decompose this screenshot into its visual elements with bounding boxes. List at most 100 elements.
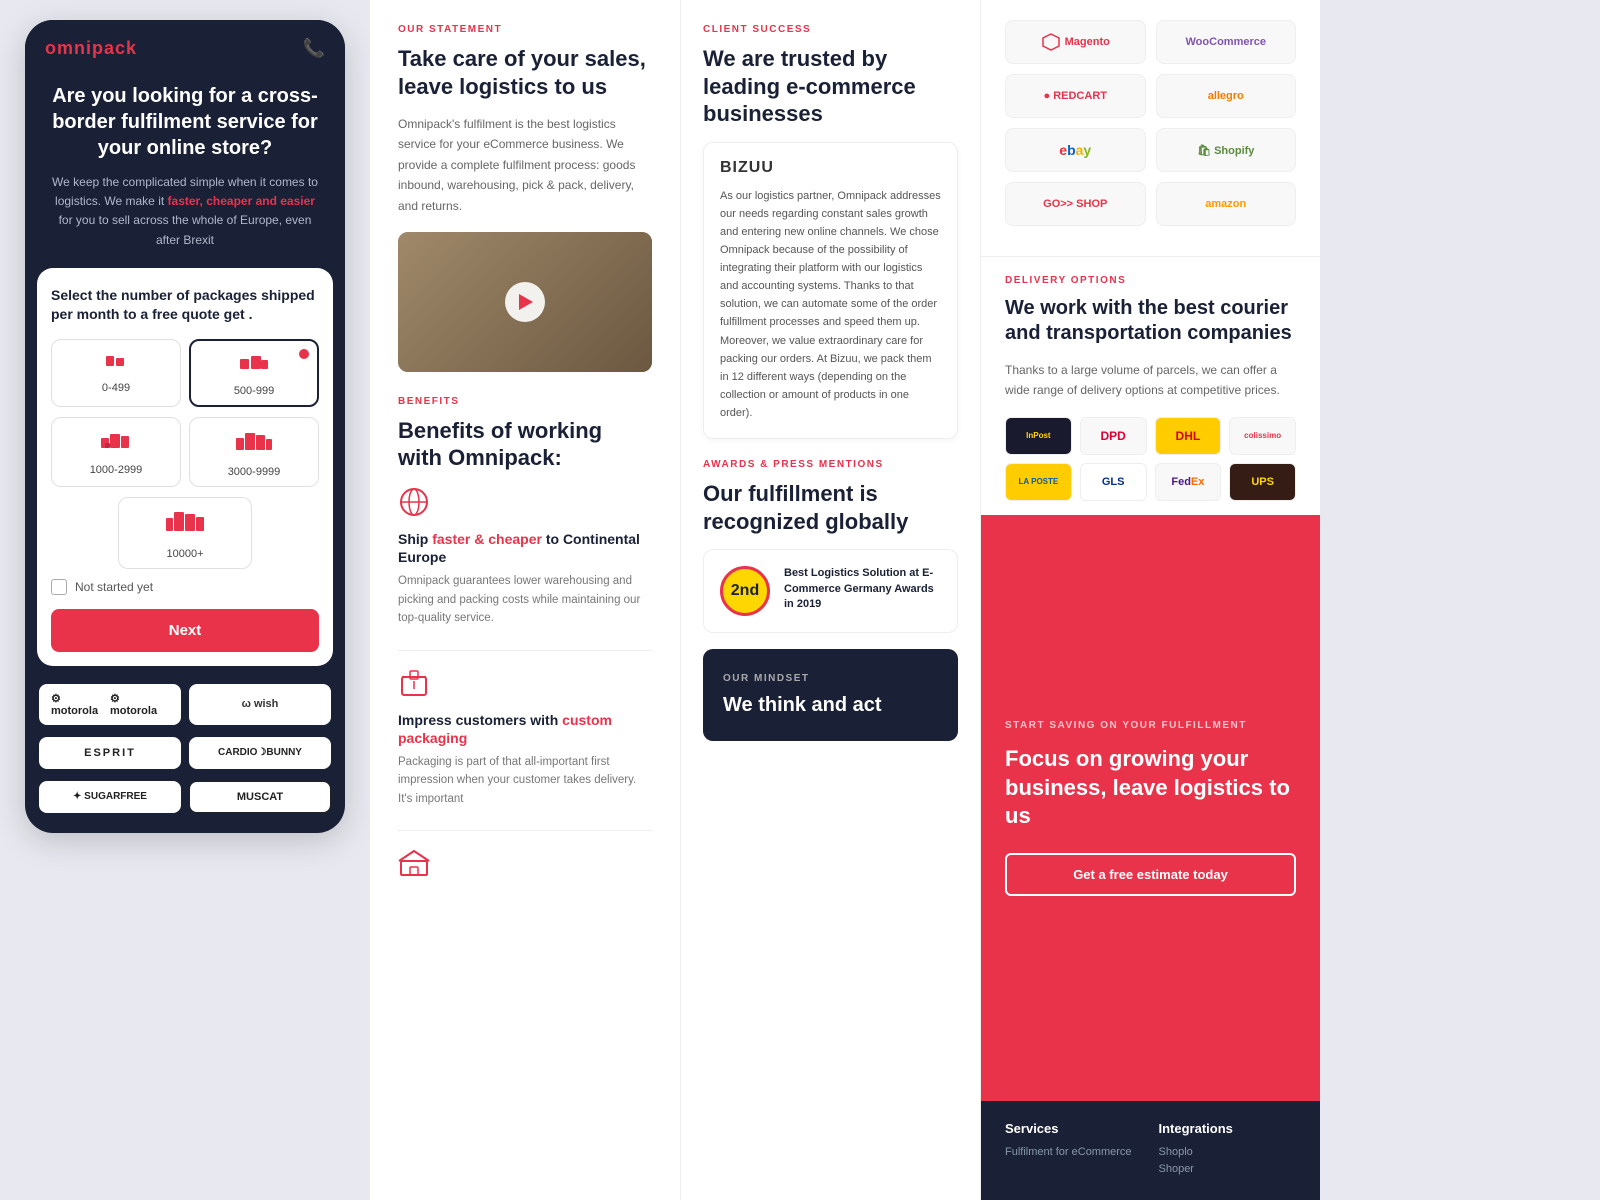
- statement-body: Omnipack's fulfilment is the best logist…: [398, 114, 652, 216]
- awards-section: AWARDS & PRESS MENTIONS Our fulfillment …: [703, 459, 958, 633]
- cta-button[interactable]: Get a free estimate today: [1005, 853, 1296, 896]
- package-option-500-999[interactable]: 500-999: [189, 339, 319, 407]
- courier-logo-ups: UPS: [1229, 463, 1296, 501]
- courier-logo-inpost: InPost: [1005, 417, 1072, 455]
- courier-logos-grid: InPost DPD DHL colissimo LA POSTE GLS Fe…: [1005, 417, 1296, 501]
- benefit-pkg-body: Packaging is part of that all-important …: [398, 753, 652, 808]
- package-label-1000-2999: 1000-2999: [90, 464, 143, 476]
- footer-col-services: Services Fulfilment for eCommerce: [1005, 1121, 1143, 1180]
- footer-nav: Services Fulfilment for eCommerce Integr…: [981, 1101, 1320, 1200]
- globe-icon: [398, 486, 434, 522]
- package-option-1000-2999[interactable]: 1000-2999: [51, 417, 181, 487]
- mindset-section: OUR MINDSET We think and act: [703, 649, 958, 741]
- brand-motorola: ⚙ motorola: [39, 684, 181, 725]
- panel-delivery-cta: Magento WooCommerce ● REDCART allegro eb…: [980, 0, 1320, 1200]
- packages-grid-bottom: 10000+: [51, 497, 319, 569]
- benefit-ship-body: Omnipack guarantees lower warehousing an…: [398, 572, 652, 627]
- client-logo-bizuu: BIZUU: [720, 159, 941, 177]
- ecom-row-2: ● REDCART allegro: [1005, 74, 1296, 118]
- delivery-body: Thanks to a large volume of parcels, we …: [1005, 360, 1296, 401]
- package-icon-medium: [238, 351, 270, 381]
- footer-integrations-item-2[interactable]: Shoper: [1159, 1163, 1297, 1175]
- cta-heading: Focus on growing your business, leave lo…: [1005, 745, 1296, 831]
- awards-tag: AWARDS & PRESS MENTIONS: [703, 459, 958, 470]
- brand-wish: ω wish: [189, 684, 331, 725]
- benefit-divider-1: [398, 650, 652, 651]
- brand-sugarfree: ✦ SUGARFREE: [39, 781, 181, 813]
- courier-logo-colissimo: colissimo: [1229, 417, 1296, 455]
- packages-grid-top: 0-499 500-999: [51, 339, 319, 407]
- ecom-logo-ebay: ebay: [1005, 128, 1146, 172]
- awards-heading: Our fulfillment is recognized globally: [703, 480, 958, 535]
- hero-title: Are you looking for a cross-border fulfi…: [47, 83, 323, 161]
- statement-heading: Take care of your sales, leave logistics…: [398, 45, 652, 100]
- ecom-row-3: ebay 🛍 Shopify: [1005, 128, 1296, 172]
- benefit-pkg-title: Impress customers with custom packaging: [398, 711, 652, 747]
- brand-muscat: MUSCAT: [189, 781, 331, 813]
- benefits-tag: BENEFITS: [398, 396, 652, 407]
- award-card-germany: 2nd Best Logistics Solution at E-Commerc…: [703, 549, 958, 633]
- client-card-bizuu: BIZUU As our logistics partner, Omnipack…: [703, 142, 958, 440]
- package-icon-small: [102, 350, 130, 378]
- footer-integrations-item-1[interactable]: Shoplo: [1159, 1146, 1297, 1158]
- phone-header: omnipack 📞: [25, 20, 345, 73]
- package-icon-large: [100, 428, 132, 460]
- courier-logo-fedex: FedEx: [1155, 463, 1222, 501]
- benefits-list: Ship faster & cheaper to Continental Eur…: [398, 486, 652, 883]
- footer-columns: Services Fulfilment for eCommerce Integr…: [1005, 1121, 1296, 1180]
- benefit-packaging: Impress customers with custom packaging …: [398, 667, 652, 809]
- brand-logos-grid: ⚙ motorola ω wish ESPRIT CARDIO☽BUNNY ✦ …: [25, 666, 345, 813]
- ecom-logo-amazon: amazon: [1156, 182, 1297, 226]
- footer-services-item-1[interactable]: Fulfilment for eCommerce: [1005, 1146, 1143, 1158]
- card-title: Select the number of packages shipped pe…: [51, 286, 319, 325]
- package-option-10000[interactable]: 10000+: [118, 497, 252, 569]
- ecom-row-1: Magento WooCommerce: [1005, 20, 1296, 64]
- play-icon: [519, 294, 533, 310]
- award-rank: 2nd: [731, 582, 759, 600]
- courier-logo-dpd: DPD: [1080, 417, 1147, 455]
- ecom-row-4: GO>> SHOP amazon: [1005, 182, 1296, 226]
- ecommerce-logos-section: Magento WooCommerce ● REDCART allegro eb…: [981, 0, 1320, 256]
- selected-indicator: [297, 347, 311, 361]
- not-started-row: Not started yet: [51, 579, 319, 595]
- cta-section: START SAVING ON YOUR FULFILLMENT Focus o…: [981, 515, 1320, 1101]
- award-title: Best Logistics Solution at E-Commerce Ge…: [784, 566, 941, 612]
- not-started-checkbox[interactable]: [51, 579, 67, 595]
- panel-statement-benefits: OUR STATEMENT Take care of your sales, l…: [370, 0, 680, 1200]
- package-icon: [398, 667, 434, 703]
- panel-mobile-app: omnipack 📞 Are you looking for a cross-b…: [0, 0, 370, 1200]
- next-button[interactable]: Next: [51, 609, 319, 652]
- ecom-logo-magento: Magento: [1005, 20, 1146, 64]
- video-thumbnail[interactable]: [398, 232, 652, 372]
- benefit-warehouse: [398, 847, 652, 883]
- mindset-heading: We think and act: [723, 694, 938, 717]
- package-option-0-499[interactable]: 0-499: [51, 339, 181, 407]
- delivery-section: DELIVERY OPTIONS We work with the best c…: [981, 256, 1320, 515]
- benefit-ship-title: Ship faster & cheaper to Continental Eur…: [398, 530, 652, 566]
- package-label-0-499: 0-499: [102, 382, 130, 394]
- phone-mockup: omnipack 📞 Are you looking for a cross-b…: [25, 20, 345, 833]
- footer-services-title: Services: [1005, 1121, 1143, 1136]
- benefit-ship: Ship faster & cheaper to Continental Eur…: [398, 486, 652, 628]
- package-icon-xlarge: [236, 428, 272, 462]
- package-selector-card: Select the number of packages shipped pe…: [37, 268, 333, 666]
- footer-integrations-title: Integrations: [1159, 1121, 1297, 1136]
- package-option-3000-9999[interactable]: 3000-9999: [189, 417, 319, 487]
- courier-logo-laposte: LA POSTE: [1005, 463, 1072, 501]
- footer-col-integrations: Integrations Shoplo Shoper: [1159, 1121, 1297, 1180]
- ecom-logo-goshop: GO>> SHOP: [1005, 182, 1146, 226]
- benefit-divider-2: [398, 830, 652, 831]
- delivery-heading: We work with the best courier and transp…: [1005, 296, 1296, 346]
- warehouse-icon: [398, 847, 434, 883]
- client-heading: We are trusted by leading e-commerce bus…: [703, 45, 958, 128]
- mindset-tag: OUR MINDSET: [723, 673, 938, 684]
- call-icon[interactable]: 📞: [303, 38, 325, 59]
- cta-tag: START SAVING ON YOUR FULFILLMENT: [1005, 720, 1296, 731]
- client-tag: CLIENT SUCCESS: [703, 24, 958, 35]
- play-button[interactable]: [505, 282, 545, 322]
- benefits-heading: Benefits of working with Omnipack:: [398, 417, 652, 472]
- ecom-logo-allegro: allegro: [1156, 74, 1297, 118]
- ecom-logo-shopify: 🛍 Shopify: [1156, 128, 1297, 172]
- courier-logo-dhl: DHL: [1155, 417, 1222, 455]
- package-label-10000: 10000+: [166, 548, 203, 560]
